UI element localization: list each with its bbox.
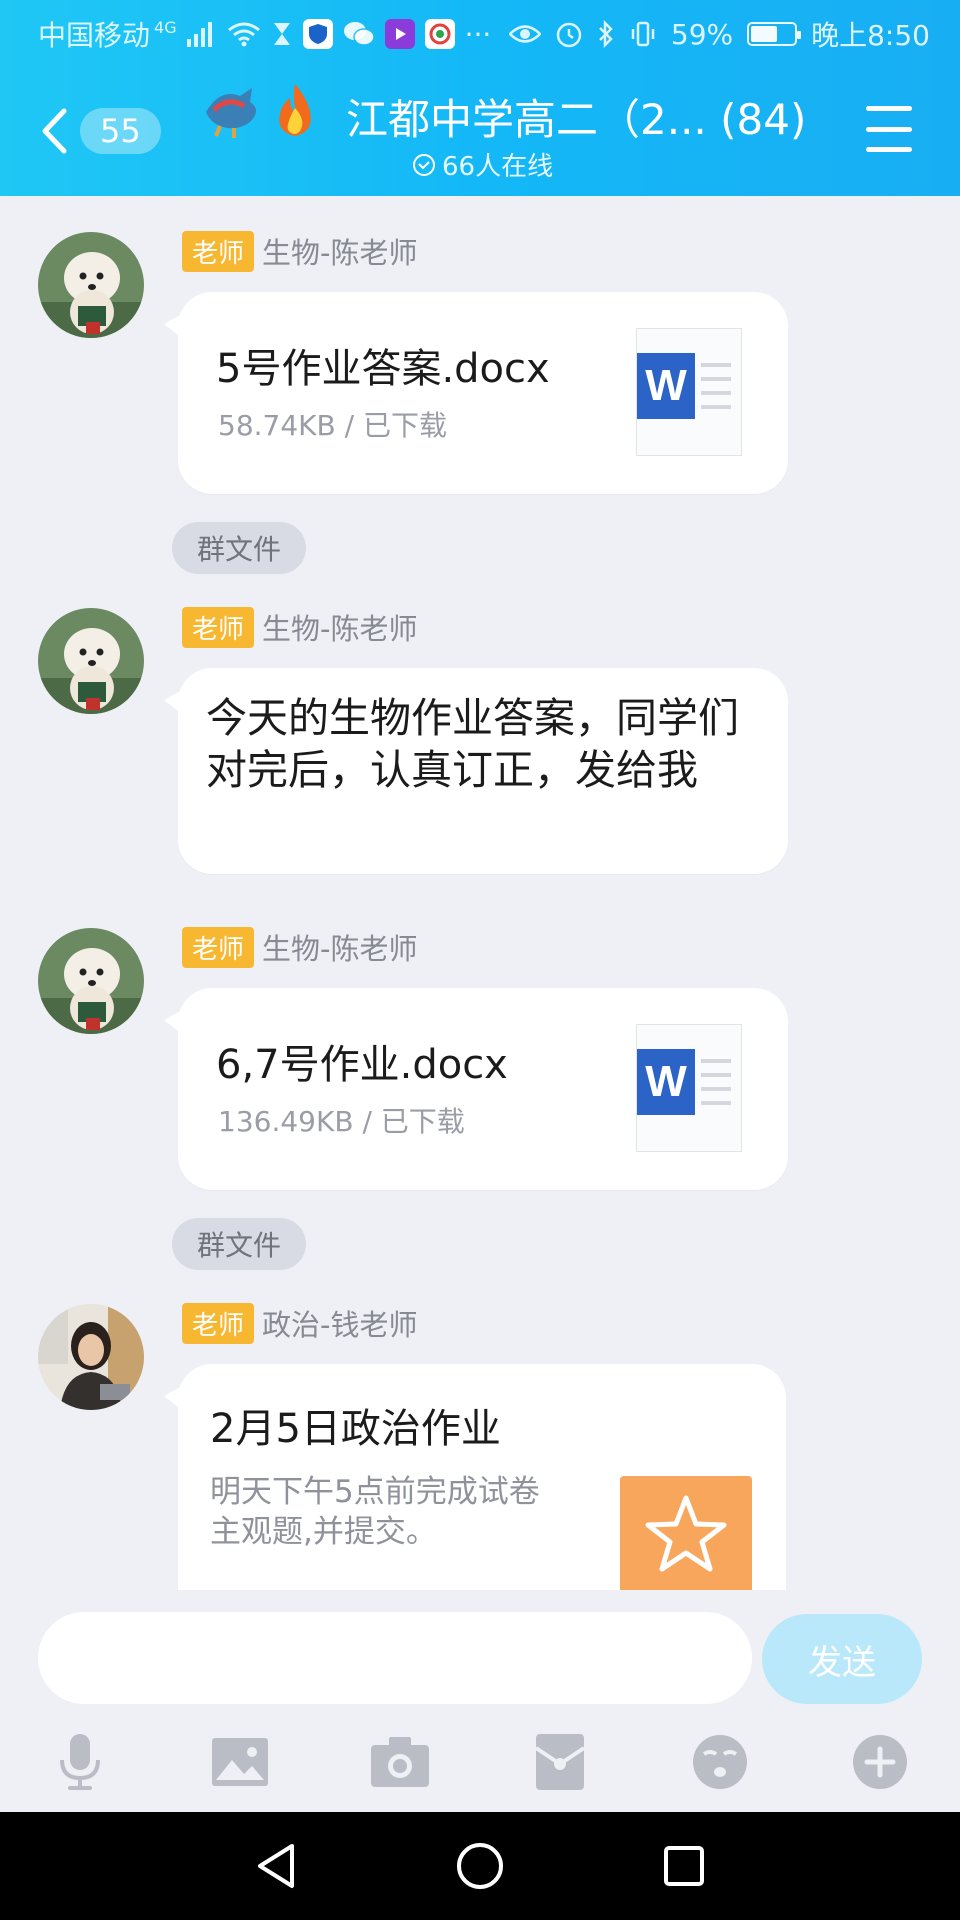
sender-line: 老师 政治-钱老师 (182, 1302, 418, 1344)
file-name: 6,7号作业.docx (216, 1042, 508, 1088)
video-app-icon (384, 19, 415, 49)
network-label: 4G (154, 17, 177, 37)
nav-home-button[interactable] (450, 1836, 510, 1896)
homework-star-icon (620, 1476, 752, 1590)
emoji-button[interactable] (686, 1728, 754, 1796)
red-packet-icon (534, 1734, 586, 1790)
homework-card-bubble[interactable]: 2月5日政治作业 明天下午5点前完成试卷主观题,并提交。 (164, 1364, 786, 1590)
menu-bar-icon (866, 106, 912, 111)
menu-bar-icon (866, 126, 912, 132)
role-badge: 老师 (182, 1302, 255, 1344)
image-button[interactable] (206, 1728, 274, 1796)
triangle-back-icon (258, 1844, 294, 1888)
more-notifications-icon: ··· (464, 17, 492, 51)
menu-button[interactable] (866, 106, 912, 152)
bluetooth-icon (598, 20, 613, 48)
sender-line: 老师 生物-陈老师 (182, 230, 418, 272)
dragon-emoji-icon (206, 88, 256, 138)
input-area: 发送 (0, 1590, 960, 1812)
sender-name: 生物-陈老师 (262, 612, 418, 646)
file-meta: 58.74KB / 已下载 (218, 409, 447, 442)
role-badge: 老师 (182, 230, 255, 272)
text-message-bubble[interactable]: 今天的生物作业答案，同学们对完后，认真订正，发给我 (164, 668, 788, 874)
clock: 晚上8:50 (811, 19, 930, 52)
group-title[interactable]: 江都中学高二（2... (84) (346, 86, 806, 147)
homework-description: 明天下午5点前完成试卷主观题,并提交。 (210, 1474, 540, 1550)
carrier-label: 中国移动 (38, 19, 151, 52)
group-emoji (200, 82, 318, 138)
status-bar: 中国移动 4G ··· 59% 晚上8:50 (0, 0, 960, 66)
microphone-icon (60, 1734, 100, 1790)
sender-name: 政治-钱老师 (262, 1308, 418, 1342)
wechat-icon (343, 22, 375, 46)
dog-avatar-icon (38, 232, 144, 338)
file-name: 5号作业答案.docx (216, 346, 550, 392)
message-text: 今天的生物作业答案，同学们对完后，认真订正，发给我 (206, 694, 739, 794)
unread-count-badge: 55 (80, 108, 161, 154)
menu-bar-icon (866, 147, 912, 152)
system-navigation-bar (0, 1812, 960, 1920)
red-packet-button[interactable] (526, 1728, 594, 1796)
role-badge: 老师 (182, 926, 255, 968)
nav-back-button[interactable] (246, 1836, 306, 1896)
wifi-icon (227, 22, 260, 47)
circle-home-icon (457, 1843, 503, 1889)
sender-name: 生物-陈老师 (262, 236, 418, 270)
hourglass-icon (273, 23, 290, 45)
chat-navbar: 55 江都中学高二（2... (84) 66人在线 (0, 66, 960, 196)
camera-app-icon (424, 19, 455, 49)
avatar[interactable] (38, 608, 144, 714)
file-meta: 136.49KB / 已下载 (218, 1105, 465, 1138)
camera-icon (371, 1737, 429, 1787)
word-document-icon: W (636, 1024, 742, 1152)
signal-icon (186, 22, 212, 47)
sender-line: 老师 生物-陈老师 (182, 606, 418, 648)
avatar[interactable] (38, 928, 144, 1034)
shield-app-icon (302, 19, 333, 49)
online-check-icon (413, 153, 435, 176)
message-input[interactable] (38, 1612, 752, 1704)
input-toolbar (0, 1728, 960, 1808)
word-document-icon: W (636, 328, 742, 456)
alarm-icon (556, 22, 582, 48)
camera-button[interactable] (366, 1728, 434, 1796)
more-button[interactable] (846, 1728, 914, 1796)
sender-line: 老师 生物-陈老师 (182, 926, 418, 968)
role-badge: 老师 (182, 606, 255, 648)
send-button[interactable]: 发送 (762, 1614, 922, 1704)
battery-icon (747, 22, 802, 46)
square-recents-icon (664, 1846, 704, 1886)
file-message-bubble[interactable]: 5号作业答案.docx 58.74KB / 已下载 W (164, 292, 788, 494)
battery-percent: 59% (670, 17, 734, 51)
nav-recents-button[interactable] (654, 1836, 714, 1896)
file-message-bubble[interactable]: 6,7号作业.docx 136.49KB / 已下载 W (164, 988, 788, 1190)
woman-avatar-icon (38, 1304, 144, 1410)
dog-avatar-icon (38, 928, 144, 1034)
avatar[interactable] (38, 1304, 144, 1410)
plus-icon (853, 1735, 907, 1789)
emoji-icon (693, 1735, 747, 1789)
back-button[interactable]: 55 (40, 102, 170, 160)
fire-emoji-icon (279, 84, 311, 136)
vibrate-icon (631, 21, 655, 47)
eye-icon (508, 25, 541, 43)
chat-header: 中国移动 4G ··· 59% 晚上8:50 55 江都中学高二（2... (8… (0, 0, 960, 196)
voice-button[interactable] (46, 1728, 114, 1796)
chevron-left-icon (42, 108, 67, 154)
sender-name: 生物-陈老师 (262, 932, 418, 966)
image-icon (212, 1738, 268, 1786)
online-status: 66人在线 (412, 146, 553, 183)
homework-title: 2月5日政治作业 (210, 1406, 501, 1452)
avatar[interactable] (38, 232, 144, 338)
group-file-tag[interactable]: 群文件 (172, 1218, 306, 1270)
dog-avatar-icon (38, 608, 144, 714)
group-file-tag[interactable]: 群文件 (172, 522, 306, 574)
online-count: 66人在线 (442, 152, 554, 182)
